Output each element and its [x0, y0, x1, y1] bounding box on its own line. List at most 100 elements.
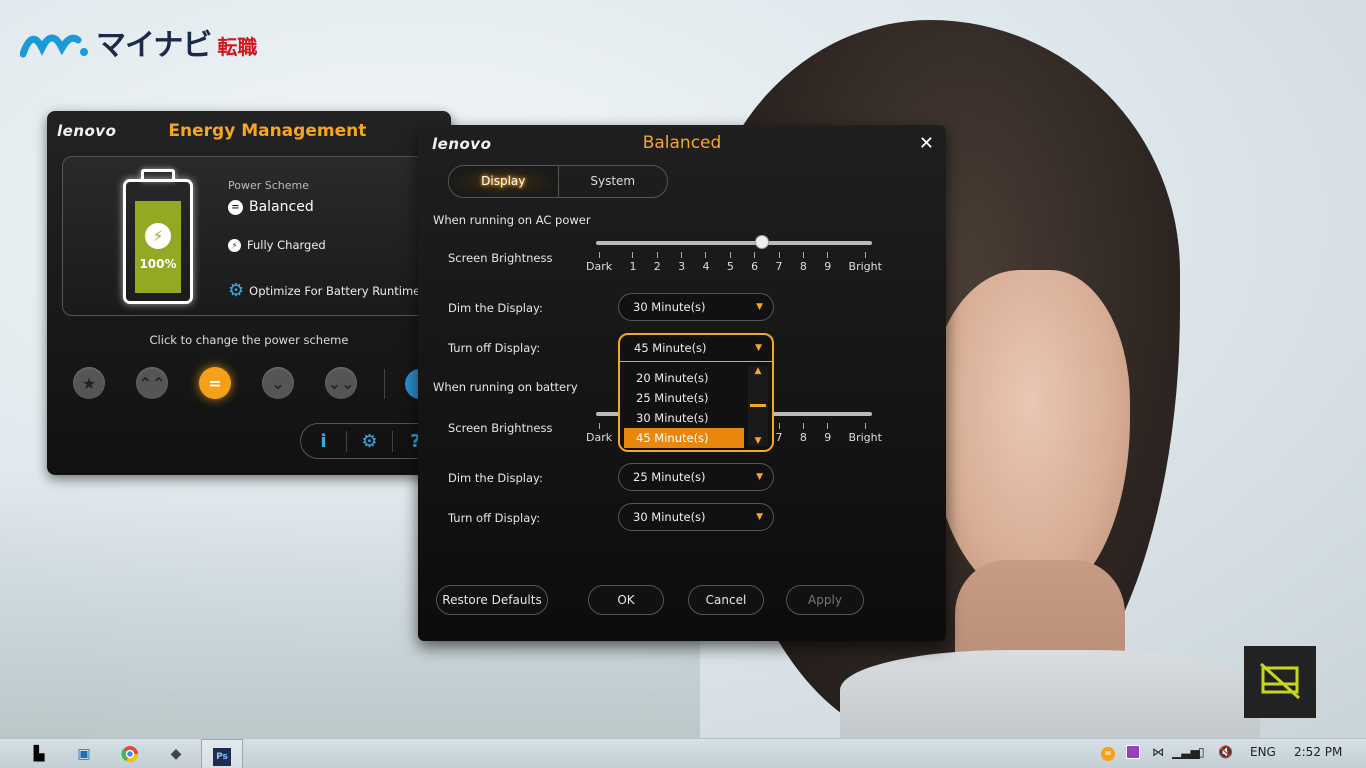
- battery-dim-select[interactable]: 25 Minute(s) ▼: [618, 463, 774, 491]
- brightness-tick: Dark: [586, 252, 612, 273]
- tab-system[interactable]: System: [559, 166, 668, 197]
- language-indicator[interactable]: ENG: [1250, 745, 1276, 759]
- dropdown-scrollbar[interactable]: ▲ ▼: [748, 366, 768, 446]
- scheme-super-saver-button[interactable]: ⌄⌄: [325, 367, 357, 399]
- dropdown-option-selected[interactable]: 45 Minute(s): [624, 428, 744, 448]
- battery-tray-icon[interactable]: ▯: [1198, 745, 1205, 759]
- scheme-divider: [384, 369, 385, 399]
- brightness-tick: 6: [751, 252, 758, 273]
- chevron-down-icon: ▼: [756, 302, 763, 312]
- desktop-show-icon[interactable]: ▙: [28, 743, 50, 765]
- cancel-button[interactable]: Cancel: [688, 585, 764, 615]
- file-manager-icon[interactable]: ▣: [73, 743, 95, 765]
- scroll-thumb[interactable]: [750, 404, 766, 407]
- energy-tray-icon[interactable]: =: [1101, 745, 1115, 761]
- power-scheme-label: Power Scheme: [228, 179, 310, 192]
- taskbar: ▙ ▣ ◆ Ps = ⋈ ▁▃▅ ▯ 🔇 ENG 2:52 PM: [0, 738, 1366, 768]
- energy-title: Energy Management: [168, 121, 367, 141]
- brightness-tick: 1: [629, 252, 636, 273]
- ac-off-select[interactable]: 45 Minute(s) ▼: [618, 333, 774, 363]
- balanced-icon: =: [228, 199, 243, 215]
- display-tray-icon[interactable]: [1126, 745, 1140, 762]
- ac-brightness-slider[interactable]: Dark 1 2 3 4 5 6 7 8 9 Bright: [586, 235, 882, 278]
- alien-app-icon[interactable]: ◆: [165, 743, 187, 765]
- dropdown-option[interactable]: 25 Minute(s): [624, 388, 744, 408]
- touchpad-disabled-indicator[interactable]: [1244, 646, 1316, 718]
- chevron-down-icon: ▼: [756, 512, 763, 522]
- chevron-down-icon: ▼: [755, 343, 762, 353]
- ac-dim-value: 30 Minute(s): [633, 300, 706, 314]
- scheme-buttons: ★ ⌃⌃ = ⌄ ⌄⌄: [73, 367, 357, 399]
- scheme-high-performance-button[interactable]: ⌃⌃: [136, 367, 168, 399]
- turn-off-dropdown-list: 20 Minute(s) 25 Minute(s) 30 Minute(s) 4…: [618, 362, 774, 452]
- ac-dim-select[interactable]: 30 Minute(s) ▼: [618, 293, 774, 321]
- brightness-tick: 7: [776, 252, 783, 273]
- ac-section-label: When running on AC power: [433, 213, 591, 227]
- restore-defaults-button[interactable]: Restore Defaults: [436, 585, 548, 615]
- scheme-balanced-button[interactable]: =: [199, 367, 231, 399]
- power-scheme-value: Balanced: [249, 199, 314, 215]
- brightness-tick: 9: [824, 423, 831, 444]
- dropdown-option[interactable]: 30 Minute(s): [624, 408, 744, 428]
- battery-dim-value: 25 Minute(s): [633, 470, 706, 484]
- scroll-up-icon[interactable]: ▲: [748, 366, 768, 376]
- mynavi-logo-icon: [20, 34, 88, 58]
- ac-brightness-thumb[interactable]: [754, 235, 769, 249]
- energy-management-window: lenovo Energy Management ⚡ 100% Power Sc…: [47, 111, 451, 475]
- scheme-favorite-button[interactable]: ★: [73, 367, 105, 399]
- brightness-tick: 8: [800, 423, 807, 444]
- brightness-tick: Bright: [849, 252, 882, 273]
- volume-muted-icon[interactable]: 🔇: [1218, 745, 1233, 759]
- battery-off-select[interactable]: 30 Minute(s) ▼: [618, 503, 774, 531]
- dropdown-option[interactable]: 20 Minute(s): [624, 368, 744, 388]
- settings-button[interactable]: ⚙: [347, 430, 393, 452]
- battery-section-label: When running on battery: [433, 380, 578, 394]
- brightness-tick: 4: [702, 252, 709, 273]
- brightness-tick: 3: [678, 252, 685, 273]
- brightness-tick: Dark: [586, 423, 612, 444]
- close-button[interactable]: ✕: [919, 133, 934, 154]
- apply-button[interactable]: Apply: [786, 585, 864, 615]
- optimize-label: Optimize For Battery Runtime: [249, 284, 421, 298]
- battery-fill: ⚡ 100%: [135, 201, 181, 293]
- balanced-dialog: lenovo Balanced ✕ Display System When ru…: [418, 125, 946, 641]
- brightness-tick: Bright: [849, 423, 882, 444]
- battery-off-label: Turn off Display:: [448, 511, 541, 525]
- energy-header: lenovo Energy Management: [47, 111, 451, 151]
- logo-suffix: 転職: [217, 34, 258, 59]
- click-to-change-label: Click to change the power scheme: [149, 333, 349, 347]
- scroll-down-icon[interactable]: ▼: [748, 436, 768, 446]
- gear-icon: ⚙: [228, 280, 245, 301]
- battery-brightness-label: Screen Brightness: [448, 421, 553, 435]
- touchpad-off-icon: [1259, 662, 1301, 700]
- chevron-down-icon: ▼: [756, 472, 763, 482]
- optimize-battery-link[interactable]: ⚙ Optimize For Battery Runtime: [228, 282, 420, 300]
- ac-dim-label: Dim the Display:: [448, 301, 543, 315]
- power-scheme-row: = Balanced: [228, 199, 314, 215]
- clock[interactable]: 2:52 PM: [1294, 745, 1342, 759]
- signal-icon[interactable]: ▁▃▅: [1172, 745, 1200, 759]
- ok-button[interactable]: OK: [588, 585, 664, 615]
- ac-off-value: 45 Minute(s): [634, 341, 707, 355]
- tab-display[interactable]: Display: [449, 166, 559, 197]
- charge-status-row: ⚡ Fully Charged: [228, 238, 326, 252]
- ac-brightness-ticks: Dark 1 2 3 4 5 6 7 8 9 Bright: [586, 252, 882, 273]
- info-button[interactable]: i: [301, 430, 347, 452]
- photoshop-label: Ps: [213, 748, 231, 766]
- mynavi-logo: マイナビ 転職: [20, 22, 258, 63]
- dialog-tabs: Display System: [448, 165, 668, 198]
- ac-brightness-track: [596, 241, 872, 245]
- lenovo-logo: lenovo: [57, 122, 117, 140]
- lightning-icon: ⚡: [145, 223, 171, 249]
- chrome-icon[interactable]: [119, 743, 141, 765]
- battery-off-value: 30 Minute(s): [633, 510, 706, 524]
- battery-status-card: ⚡ 100% Power Scheme = Balanced ⚡ Fully C…: [62, 156, 437, 316]
- battery-dim-label: Dim the Display:: [448, 471, 543, 485]
- battery-icon: ⚡ 100%: [123, 169, 193, 309]
- network-tray-icon[interactable]: ⋈: [1152, 745, 1164, 759]
- brightness-tick: 5: [727, 252, 734, 273]
- charge-icon: ⚡: [228, 238, 241, 252]
- photoshop-icon[interactable]: Ps: [201, 739, 243, 768]
- charge-status: Fully Charged: [247, 238, 326, 252]
- scheme-power-saver-button[interactable]: ⌄: [262, 367, 294, 399]
